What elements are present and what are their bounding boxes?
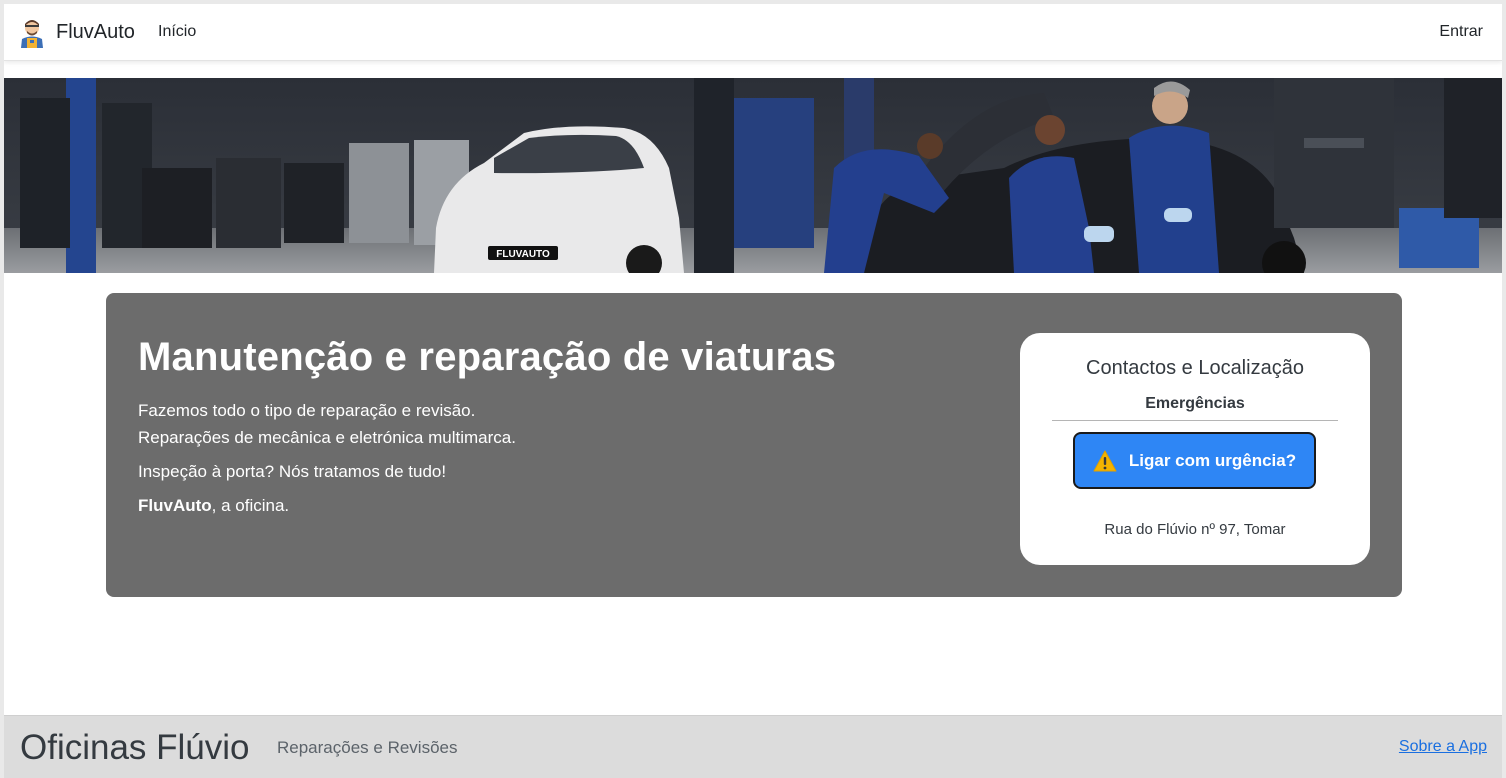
- brand-name: FluvAuto: [56, 20, 135, 43]
- brand-link[interactable]: FluvAuto: [16, 15, 135, 49]
- hero-text-line2: Reparações de mecânica e eletrónica mult…: [138, 428, 516, 447]
- hero-text-line1: Fazemos todo o tipo de reparação e revis…: [138, 401, 476, 420]
- hero-title: Manutenção e reparação de viaturas: [138, 335, 837, 379]
- contact-divider: [1052, 420, 1338, 421]
- emergency-label: Emergências: [1145, 395, 1245, 412]
- mechanic-avatar-icon: [21, 20, 43, 48]
- banner-illustration: FLUVAUTO: [4, 78, 1502, 273]
- warning-icon: [1093, 450, 1117, 471]
- footer-subtitle: Reparações e Revisões: [277, 738, 458, 757]
- nav-home-link[interactable]: Início: [158, 23, 196, 41]
- hero-section: Manutenção e reparação de viaturas Fazem…: [106, 293, 1402, 597]
- urgent-call-label: Ligar com urgência?: [1128, 450, 1297, 470]
- hero-text-line4: FluvAuto, a oficina.: [138, 496, 289, 516]
- hero-brand-name: FluvAuto: [138, 496, 212, 515]
- navbar: FluvAuto Início Entrar: [4, 4, 1502, 61]
- hero-tagline: , a oficina.: [211, 496, 290, 515]
- contact-title: Contactos e Localização: [1086, 357, 1304, 379]
- workshop-banner-image: FLUVAUTO: [4, 78, 1502, 273]
- about-app-link[interactable]: Sobre a App: [1399, 738, 1487, 756]
- hero-text-line3: Inspeção à porta? Nós tratamos de tudo!: [138, 462, 447, 481]
- contact-card: Contactos e Localização Emergências Liga…: [1020, 333, 1370, 565]
- footer: Oficinas Flúvio Reparações e Revisões So…: [4, 715, 1502, 778]
- plate-text: FLUVAUTO: [496, 249, 550, 260]
- address-text: Rua do Flúvio nº 97, Tomar: [1104, 521, 1286, 538]
- footer-title: Oficinas Flúvio: [20, 728, 250, 767]
- page: FluvAuto Início Entrar FLUVAUTO Manutenç…: [4, 4, 1502, 778]
- urgent-call-button[interactable]: Ligar com urgência?: [1073, 432, 1316, 489]
- nav-login-link[interactable]: Entrar: [1439, 23, 1483, 41]
